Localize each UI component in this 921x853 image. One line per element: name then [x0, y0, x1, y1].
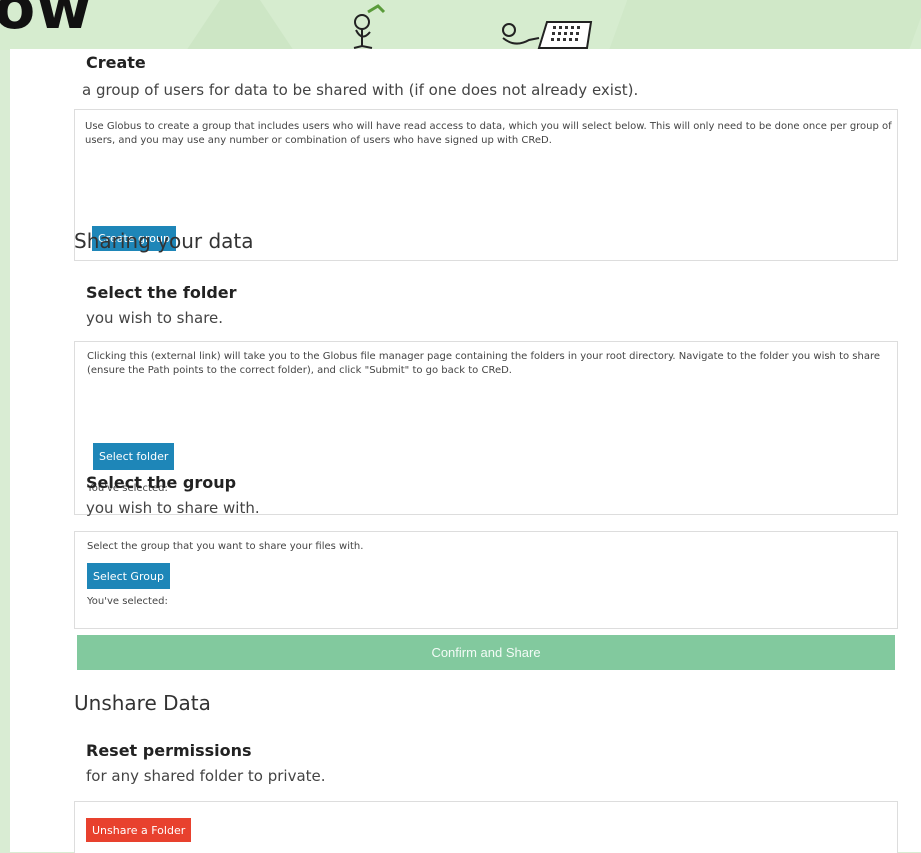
select-folder-button[interactable]: Select folder: [93, 443, 175, 470]
banner-shape: [180, 0, 300, 50]
folder-step-title: Select the folder: [86, 283, 237, 302]
create-step-subtitle: a group of users for data to be shared w…: [82, 81, 639, 99]
group-step-title: Select the group: [86, 473, 237, 492]
unshare-folder-button[interactable]: Unshare a Folder: [86, 818, 192, 842]
confirm-and-share-button[interactable]: Confirm and Share: [77, 635, 895, 670]
header-banner: ow: [0, 0, 921, 50]
folder-step-subtitle: you wish to share.: [86, 309, 224, 327]
folder-step-description: Clicking this (external link) will take …: [87, 351, 881, 376]
create-step-title: Create: [86, 53, 146, 72]
select-group-button[interactable]: Select Group: [87, 563, 170, 589]
reset-step-title: Reset permissions: [86, 741, 252, 760]
person-doodle-icon: [353, 4, 386, 49]
unshare-section-heading: Unshare Data: [74, 691, 211, 715]
banner-shape: [598, 0, 921, 50]
header-title-fragment: ow: [0, 0, 93, 43]
main-panel: Create a group of users for data to be s…: [10, 49, 921, 853]
group-step-description: Select the group that you want to share …: [87, 541, 364, 552]
reset-step-box: Unshare a Folder: [74, 801, 898, 853]
reset-step-subtitle: for any shared folder to private.: [86, 767, 326, 785]
group-step-subtitle: you wish to share with.: [86, 499, 260, 517]
group-selected-label: You've selected:: [87, 596, 168, 607]
sharing-section-heading: Sharing your data: [74, 229, 254, 253]
create-step-description: Use Globus to create a group that includ…: [85, 121, 892, 146]
person-at-screen-doodle-icon: [502, 21, 593, 49]
group-step-box: Select the group that you want to share …: [74, 531, 898, 629]
